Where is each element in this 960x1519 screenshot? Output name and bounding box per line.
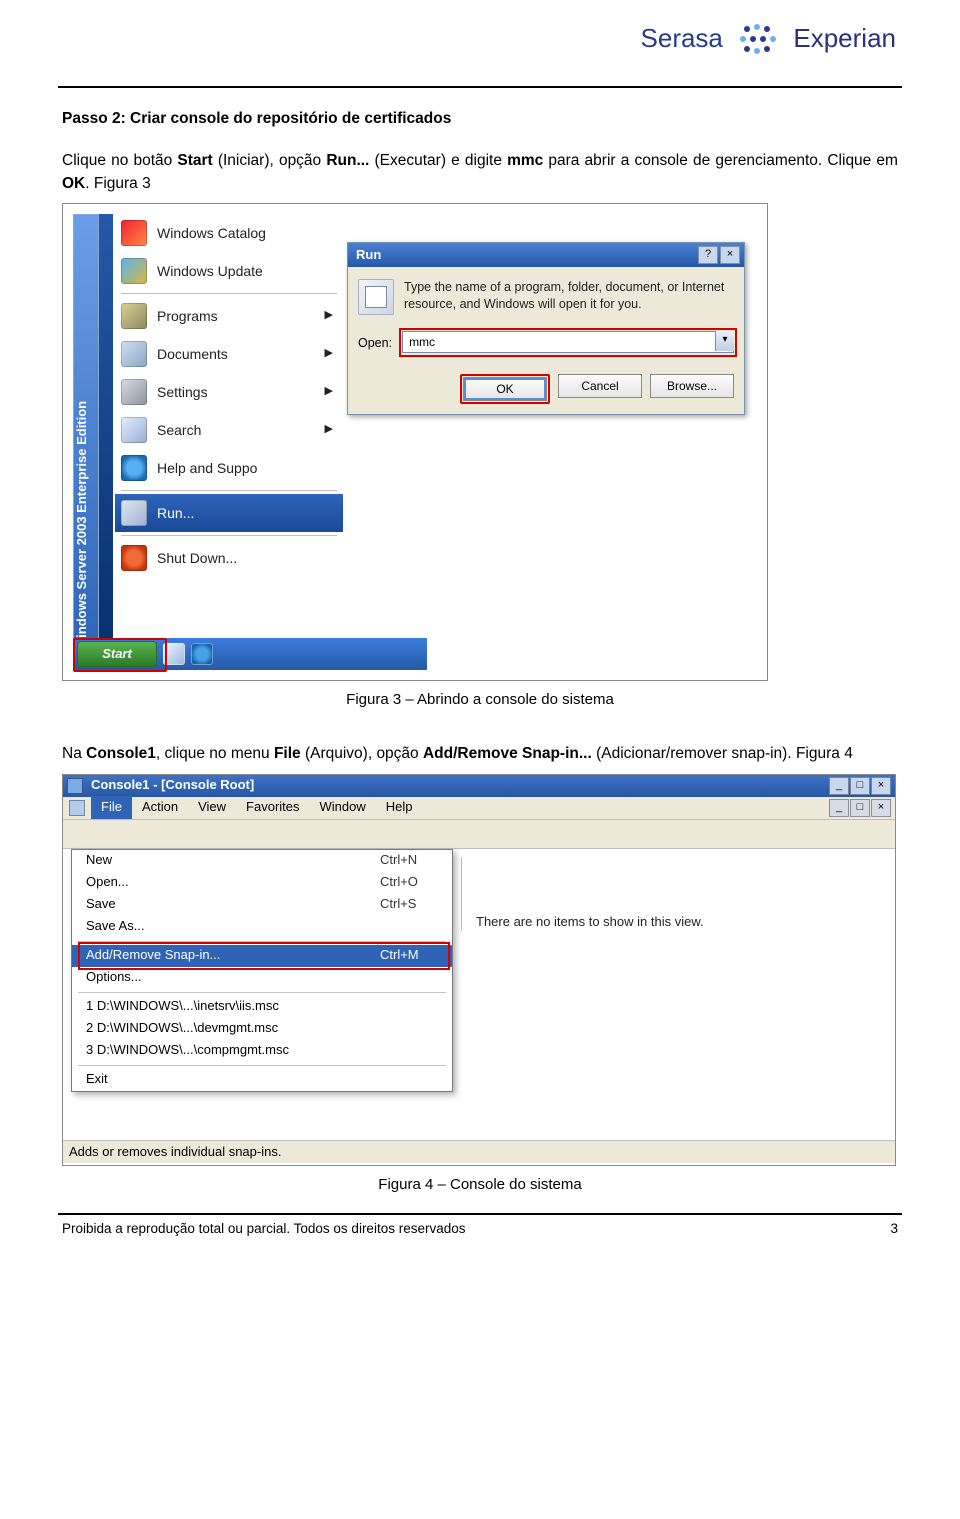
search-icon — [121, 417, 147, 443]
help-icon — [121, 455, 147, 481]
start-menu-banner — [99, 214, 113, 658]
run-titlebar[interactable]: Run ? × — [348, 243, 744, 267]
file-menu-recent-item[interactable]: 2 D:\WINDOWS\...\devmgmt.msc — [72, 1018, 452, 1040]
file-menu-recent-item[interactable]: 1 D:\WINDOWS\...\inetsrv\iis.msc — [72, 996, 452, 1018]
shutdown-icon — [121, 545, 147, 571]
mmc-toolbar — [63, 820, 895, 849]
screenshot-run-dialog: Windows Server 2003 Enterprise Edition W… — [62, 203, 768, 681]
windows-catalog-icon — [121, 220, 147, 246]
menu-file[interactable]: File — [91, 796, 132, 819]
run-title: Run — [352, 246, 381, 265]
submenu-arrow-icon: ▶ — [325, 384, 343, 400]
figure-caption-4: Figura 4 – Console do sistema — [62, 1174, 898, 1196]
window-minimize-button[interactable]: _ — [829, 777, 849, 795]
highlight-ok: OK — [460, 374, 550, 404]
mmc-status-bar: Adds or removes individual snap-ins. — [63, 1140, 895, 1163]
settings-icon — [121, 379, 147, 405]
mmc-titlebar[interactable]: Console1 - [Console Root] _ □ × — [63, 775, 895, 797]
menu-favorites[interactable]: Favorites — [236, 796, 309, 819]
window-maximize-button[interactable]: □ — [850, 777, 870, 795]
run-cancel-button[interactable]: Cancel — [558, 374, 642, 398]
run-help-button[interactable]: ? — [698, 246, 718, 264]
start-menu-item-run[interactable]: Run... — [115, 494, 343, 532]
run-open-input[interactable] — [402, 331, 734, 353]
file-menu-item[interactable]: SaveCtrl+S — [72, 894, 452, 916]
page-number: 3 — [890, 1221, 898, 1236]
taskbar-desktop-icon[interactable] — [163, 643, 185, 665]
menu-view[interactable]: View — [188, 796, 236, 819]
start-menu-banner-label: Windows Server 2003 Enterprise Edition — [73, 401, 92, 650]
file-menu-item[interactable]: Save As... — [72, 916, 452, 938]
logo-experian: Experian — [793, 23, 896, 53]
mdi-app-icon — [69, 800, 85, 816]
mdi-maximize-button[interactable]: □ — [850, 799, 870, 817]
menu-separator — [78, 992, 446, 993]
file-menu-item-add-remove-snapin[interactable]: Add/Remove Snap-in...Ctrl+M — [72, 945, 452, 967]
menu-separator — [78, 941, 446, 942]
start-menu-item[interactable]: Settings▶ — [115, 373, 343, 411]
start-button[interactable]: Start — [77, 641, 157, 667]
window-close-button[interactable]: × — [871, 777, 891, 795]
run-app-icon — [358, 279, 394, 315]
mdi-close-button[interactable]: × — [871, 799, 891, 817]
run-ok-button[interactable]: OK — [463, 377, 547, 401]
start-menu-item[interactable]: Windows Update — [115, 252, 343, 290]
file-menu-item[interactable]: NewCtrl+N — [72, 850, 452, 872]
highlight-open-field: ▾ — [399, 328, 737, 356]
paragraph-1: Clique no botão Start (Iniciar), opção R… — [62, 150, 898, 195]
run-description: Type the name of a program, folder, docu… — [404, 279, 734, 315]
start-menu-item[interactable]: Windows Catalog — [115, 214, 343, 252]
submenu-arrow-icon: ▶ — [325, 422, 343, 438]
page-footer: Proibida a reprodução total ou parcial. … — [0, 1221, 960, 1256]
run-open-label: Open: — [358, 334, 392, 352]
documents-icon — [121, 341, 147, 367]
menu-separator — [121, 293, 337, 294]
figure-caption-3: Figura 3 – Abrindo a console do sistema — [62, 689, 898, 711]
menu-separator — [121, 535, 337, 536]
start-menu-item[interactable]: Documents▶ — [115, 335, 343, 373]
logo-serasa: Serasa — [641, 23, 723, 53]
menu-help[interactable]: Help — [376, 796, 423, 819]
file-menu-item[interactable]: Options... — [72, 967, 452, 989]
start-menu-item[interactable]: Programs▶ — [115, 297, 343, 335]
run-close-button[interactable]: × — [720, 246, 740, 264]
start-menu-item[interactable]: Search▶ — [115, 411, 343, 449]
submenu-arrow-icon: ▶ — [325, 308, 343, 324]
programs-icon — [121, 303, 147, 329]
run-browse-button[interactable]: Browse... — [650, 374, 734, 398]
file-menu-recent-item[interactable]: 3 D:\WINDOWS\...\compmgmt.msc — [72, 1040, 452, 1062]
start-menu: Windows Catalog Windows Update Programs▶… — [115, 214, 343, 577]
footer-copyright: Proibida a reprodução total ou parcial. … — [62, 1221, 465, 1236]
mmc-content-pane: There are no items to show in this view. — [461, 857, 889, 932]
menu-window[interactable]: Window — [310, 796, 376, 819]
section-heading: Passo 2: Criar console do repositório de… — [62, 108, 898, 130]
logo-dots-icon — [736, 22, 780, 58]
mmc-app-icon — [67, 778, 83, 794]
menu-separator — [121, 490, 337, 491]
run-open-dropdown[interactable]: ▾ — [715, 331, 734, 351]
page-header: Serasa Experian — [0, 0, 960, 86]
paragraph-2: Na Console1, clique no menu File (Arquiv… — [62, 743, 898, 765]
taskbar: Start — [73, 638, 427, 670]
run-dialog: Run ? × Type the name of a program, fold… — [347, 242, 745, 414]
submenu-arrow-icon: ▶ — [325, 346, 343, 362]
menu-action[interactable]: Action — [132, 796, 188, 819]
screenshot-mmc-console: Console1 - [Console Root] _ □ × File Act… — [62, 774, 896, 1166]
mdi-minimize-button[interactable]: _ — [829, 799, 849, 817]
start-menu-item[interactable]: Shut Down... — [115, 539, 343, 577]
start-menu-item[interactable]: Help and Suppo — [115, 449, 343, 487]
mmc-menubar: File Action View Favorites Window Help _… — [63, 797, 895, 820]
brand-logo: Serasa Experian — [641, 22, 896, 58]
taskbar-ie-icon[interactable] — [191, 643, 213, 665]
file-menu-item-exit[interactable]: Exit — [72, 1069, 452, 1091]
footer-divider — [58, 1213, 902, 1215]
file-menu-item[interactable]: Open...Ctrl+O — [72, 872, 452, 894]
file-menu-dropdown: NewCtrl+N Open...Ctrl+O SaveCtrl+S Save … — [71, 849, 453, 1092]
windows-update-icon — [121, 258, 147, 284]
menu-separator — [78, 1065, 446, 1066]
mmc-title-text: Console1 - [Console Root] — [91, 776, 254, 795]
run-icon — [121, 500, 147, 526]
